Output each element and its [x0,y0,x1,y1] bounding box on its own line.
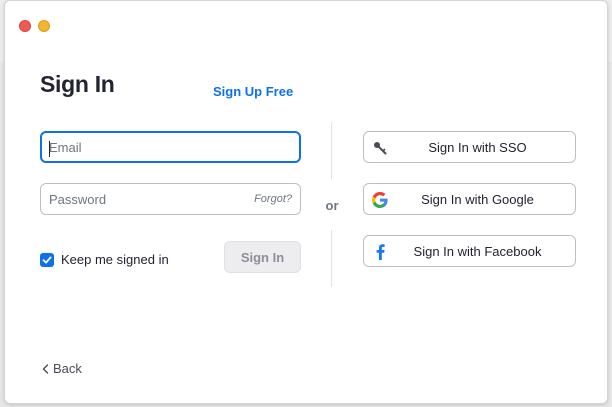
email-field[interactable] [40,131,301,163]
divider-top [331,122,332,179]
keep-signed-in-row[interactable]: Keep me signed in [40,252,169,267]
signin-window: Sign In Sign Up Free Forgot? Keep me sig… [4,0,608,404]
sign-in-facebook-button[interactable]: Sign In with Facebook [363,235,576,267]
sign-in-button[interactable]: Sign In [224,241,301,273]
password-field[interactable]: Forgot? [40,183,301,215]
back-label: Back [53,361,82,376]
google-icon [372,192,388,208]
minimize-window-button[interactable] [38,20,50,32]
page-title: Sign In [40,71,115,97]
sign-in-google-button[interactable]: Sign In with Google [363,183,576,215]
keep-signed-in-checkbox[interactable] [40,252,54,267]
facebook-icon [372,244,388,260]
sso-label: Sign In with SSO [428,139,527,155]
sign-in-sso-button[interactable]: Sign In with SSO [363,131,576,163]
chevron-left-icon [42,363,49,374]
text-caret [49,141,50,157]
or-separator: or [325,198,339,213]
password-input[interactable] [49,191,249,207]
key-icon [372,140,388,156]
sign-up-free-link[interactable]: Sign Up Free [213,84,293,99]
close-window-button[interactable] [19,20,31,32]
checkmark-icon [42,255,52,263]
divider-bottom [331,230,332,287]
back-button[interactable]: Back [42,361,82,376]
forgot-password-link[interactable]: Forgot? [254,193,292,205]
email-input[interactable] [49,139,292,155]
facebook-label: Sign In with Facebook [413,243,542,259]
keep-signed-in-label: Keep me signed in [61,252,169,267]
google-label: Sign In with Google [421,191,534,207]
